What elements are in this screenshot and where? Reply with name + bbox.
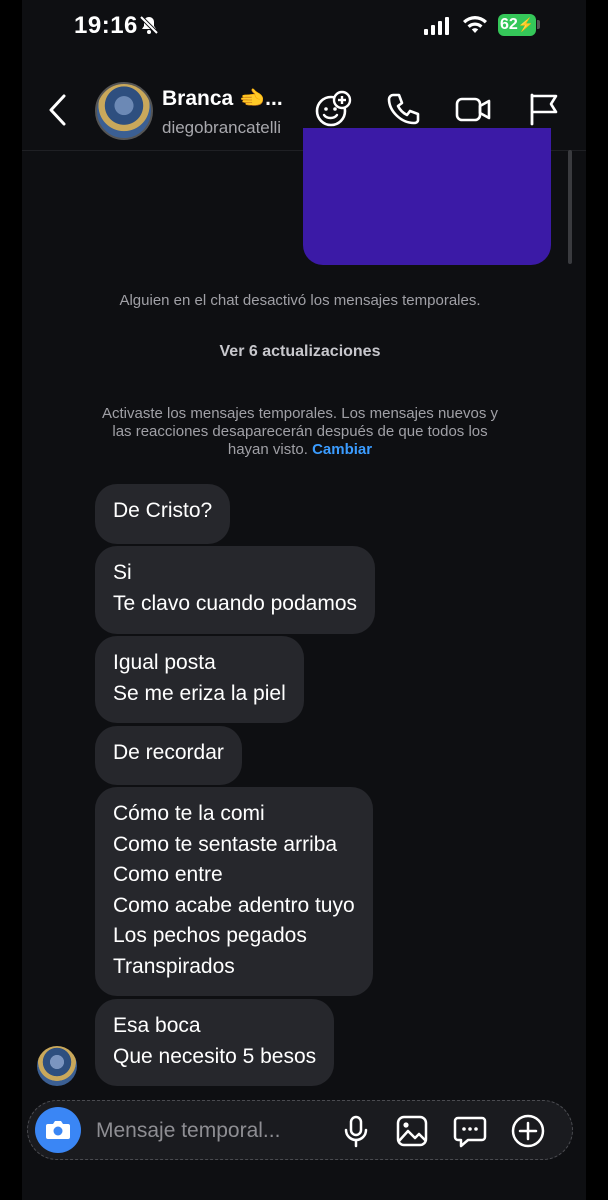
scrollbar[interactable] bbox=[568, 150, 572, 264]
message-bubble[interactable]: Esa boca Que necesito 5 besos bbox=[95, 999, 335, 1086]
battery-level: 62 bbox=[500, 16, 518, 33]
signal-icon bbox=[424, 17, 450, 35]
wifi-icon bbox=[462, 15, 488, 35]
bell-slash-icon bbox=[138, 14, 160, 36]
dm-screen: 19:16 62⚡ Branca 🫲... diegobrancatelli bbox=[22, 0, 586, 1200]
flag-icon[interactable] bbox=[524, 90, 562, 128]
message-line: Se me eriza la piel bbox=[113, 681, 286, 705]
contact-username[interactable]: diegobrancatelli bbox=[162, 118, 281, 138]
sticker-add-icon[interactable] bbox=[314, 90, 352, 128]
battery-nub bbox=[537, 20, 540, 29]
message-input[interactable] bbox=[94, 1115, 328, 1147]
message-bubble[interactable]: De Cristo? bbox=[95, 484, 231, 544]
message-composer bbox=[27, 1100, 573, 1160]
message-line: Como te sentaste arriba bbox=[113, 832, 338, 856]
message-line: Que necesito 5 besos bbox=[113, 1044, 317, 1068]
message-bubble[interactable]: Si Te clavo cuando podamos bbox=[95, 546, 375, 634]
video-icon[interactable] bbox=[454, 90, 492, 128]
avatar[interactable] bbox=[95, 82, 153, 140]
message-bubble[interactable]: Cómo te la comi Como te sentaste arriba … bbox=[95, 787, 373, 996]
back-arrow-icon[interactable] bbox=[46, 92, 70, 128]
chat-bubble-icon[interactable] bbox=[452, 1113, 488, 1149]
battery-indicator: 62 ⚡ bbox=[498, 14, 536, 36]
sender-avatar[interactable] bbox=[37, 1046, 77, 1086]
message-line: Igual posta bbox=[113, 651, 216, 674]
message-line: Transpirados bbox=[113, 954, 235, 978]
contact-name[interactable]: Branca 🫲... bbox=[162, 87, 283, 111]
notice-line-3: hayan visto. bbox=[227, 441, 308, 458]
message-bubble[interactable]: De recordar bbox=[95, 726, 242, 785]
notice-line-1: Activaste los mensajes temporales. Los m… bbox=[101, 405, 499, 422]
activated-temporary-notice: Activaste los mensajes temporales. Los m… bbox=[62, 405, 538, 459]
message-line: Esa boca bbox=[113, 1014, 201, 1037]
message-line: Te clavo cuando podamos bbox=[113, 591, 357, 615]
sent-media-bubble[interactable] bbox=[303, 128, 551, 265]
disabled-temporary-notice: Alguien en el chat desactivó los mensaje… bbox=[119, 292, 481, 309]
status-bar: 19:16 62 ⚡ bbox=[22, 0, 586, 58]
phone-icon[interactable] bbox=[384, 90, 422, 128]
message-line: Los pechos pegados bbox=[113, 924, 307, 947]
camera-icon bbox=[45, 1119, 71, 1141]
status-time: 19:16 bbox=[74, 12, 138, 39]
plus-icon[interactable] bbox=[510, 1113, 546, 1149]
message-line: Si bbox=[113, 561, 132, 584]
microphone-icon[interactable] bbox=[338, 1113, 374, 1149]
image-icon[interactable] bbox=[394, 1113, 430, 1149]
notice-line-2: las reacciones desaparecerán después de … bbox=[112, 423, 488, 440]
message-line: Como acabe adentro tuyo bbox=[113, 893, 355, 917]
message-line: De recordar bbox=[113, 741, 224, 764]
camera-button[interactable] bbox=[35, 1107, 81, 1153]
message-line: Cómo te la comi bbox=[113, 802, 265, 825]
view-updates-link[interactable]: Ver 6 actualizaciones bbox=[22, 343, 578, 361]
message-bubble[interactable]: Igual posta Se me eriza la piel bbox=[95, 636, 304, 723]
change-link[interactable]: Cambiar bbox=[312, 441, 372, 458]
message-line: Como entre bbox=[113, 863, 223, 886]
message-line: De Cristo? bbox=[113, 499, 213, 522]
